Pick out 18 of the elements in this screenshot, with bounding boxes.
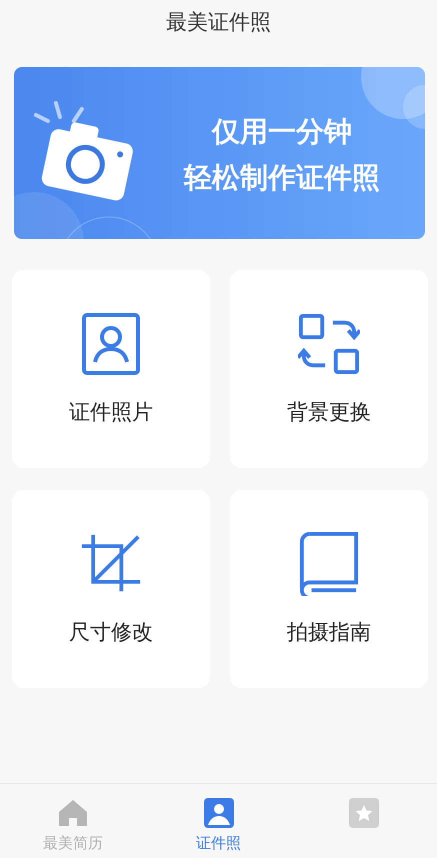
feature-card[interactable]: 拍摄指南 bbox=[230, 490, 428, 688]
feature-label: 拍摄指南 bbox=[287, 619, 371, 646]
home-icon bbox=[58, 798, 88, 828]
feature-label: 背景更换 bbox=[287, 399, 371, 426]
portrait-icon bbox=[80, 312, 142, 376]
banner-text: 轻松制作证件照 bbox=[184, 161, 380, 195]
page-title: 最美证件照 bbox=[166, 9, 271, 36]
tab[interactable]: 证件照 bbox=[146, 784, 292, 858]
feature-label: 证件照片 bbox=[69, 399, 153, 426]
book-icon bbox=[298, 532, 360, 596]
banner-text: 仅用一分钟 bbox=[212, 115, 352, 149]
feature-card[interactable]: 尺寸修改 bbox=[12, 490, 210, 688]
swap-icon bbox=[298, 312, 360, 376]
star-badge-icon bbox=[349, 798, 380, 828]
feature-label: 尺寸修改 bbox=[69, 619, 153, 646]
photo-icon bbox=[204, 798, 234, 828]
feature-card[interactable]: 背景更换 bbox=[230, 270, 428, 468]
feature-card[interactable]: 证件照片 bbox=[12, 270, 210, 468]
